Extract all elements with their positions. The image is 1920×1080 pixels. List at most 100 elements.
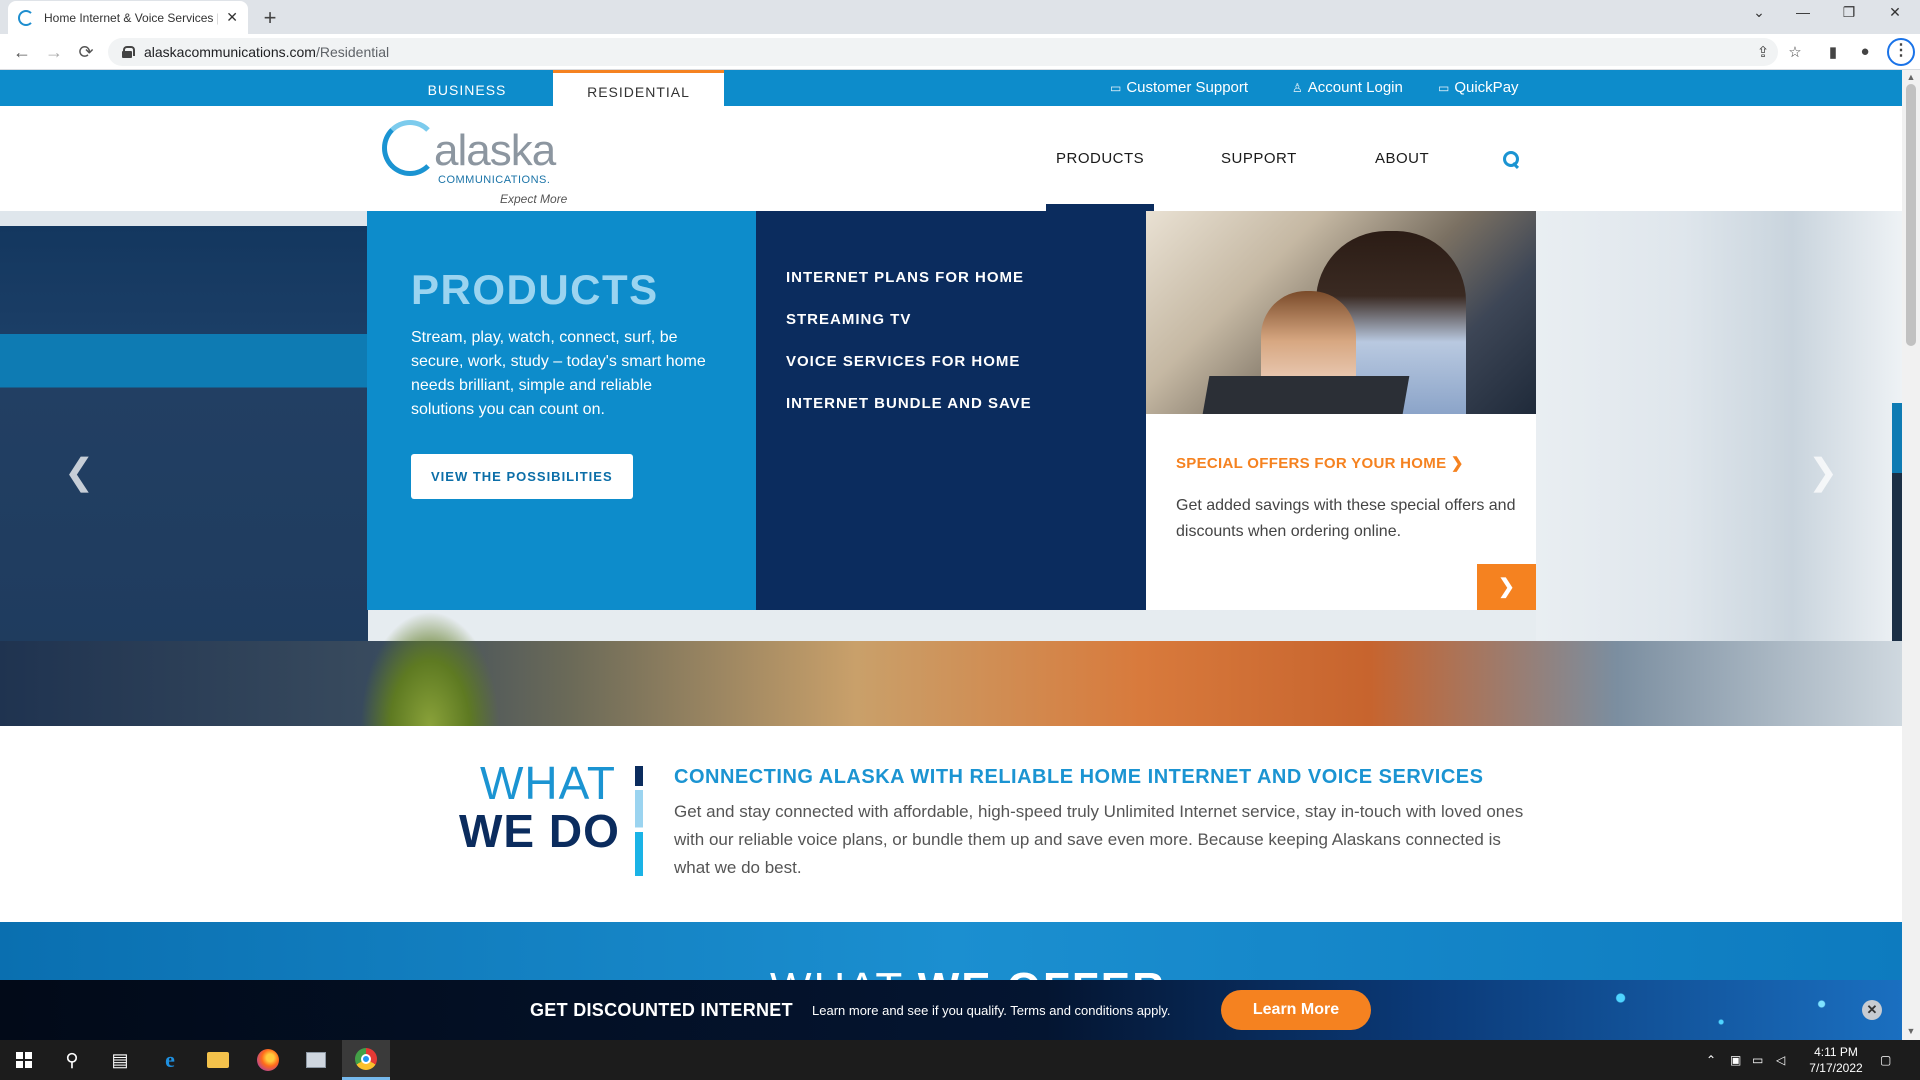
scroll-up-icon[interactable]: ▲ [1905,72,1917,82]
side-panel-icon[interactable]: ▮ [1822,43,1844,61]
tab-residential[interactable]: RESIDENTIAL [553,70,724,106]
taskbar-clock[interactable]: 4:11 PM 7/17/2022 [1806,1044,1866,1076]
logo-ring-icon [382,120,438,176]
nav-about[interactable]: ABOUT [1375,106,1429,211]
special-offers-text: Get added savings with these special off… [1176,497,1516,540]
file-explorer-icon[interactable] [194,1040,242,1080]
back-button[interactable]: ← [10,40,34,64]
nav-products[interactable]: PRODUCTS [1045,106,1155,212]
quickpay-label: QuickPay [1454,79,1519,96]
browser-toolbar: ← → ⟳ alaskacommunications.com/Residenti… [0,34,1920,70]
credit-card-icon: ▭ [1438,81,1450,95]
link-voice-services[interactable]: VOICE SERVICES FOR HOME [786,353,1146,370]
what-we-do-heading: CONNECTING ALASKA WITH RELIABLE HOME INT… [674,766,1484,788]
link-streaming-tv[interactable]: STREAMING TV [786,311,1146,328]
discount-banner: GET DISCOUNTED INTERNET Learn more and s… [0,980,1902,1040]
url-path: /Residential [315,44,390,60]
share-icon[interactable]: ⇪ [1752,43,1774,61]
reload-button[interactable]: ⟳ [74,40,98,64]
customer-support-label: Customer Support [1126,79,1249,96]
link-internet-plans[interactable]: INTERNET PLANS FOR HOME [786,269,1146,286]
learn-more-button[interactable]: Learn More [1221,990,1371,1030]
offer-title-what: WHAT [770,964,903,980]
chevron-right-icon: ❯ [1450,455,1464,472]
what-we-offer-title: WHAT WE OFFER [770,964,1166,980]
hero-plant-image [360,611,500,726]
mega-menu-links: INTERNET PLANS FOR HOME STREAMING TV VOI… [756,211,1146,610]
link-internet-bundle[interactable]: INTERNET BUNDLE AND SAVE [786,395,1146,412]
new-tab-button[interactable]: + [258,5,282,31]
tray-chevron-icon[interactable]: ⌃ [1706,1040,1716,1080]
hero-photo [0,641,1902,726]
notifications-icon[interactable]: ▢ [1880,1040,1891,1080]
quickpay-link[interactable]: ▭ QuickPay [1438,70,1519,106]
special-offers-label: SPECIAL OFFERS FOR YOUR HOME [1176,455,1447,472]
what-we-do-title-top: WHAT [480,757,617,809]
page-scrollbar[interactable]: ▲ ▼ [1902,70,1920,1040]
customer-support-link[interactable]: ▭ Customer Support [1110,70,1248,106]
hero-right-dark [1892,473,1902,643]
tab-close-icon[interactable]: ✕ [226,9,238,26]
scroll-down-icon[interactable]: ▼ [1905,1026,1917,1036]
banner-title: GET DISCOUNTED INTERNET [530,1000,793,1020]
tray-security-icon[interactable]: ▣ [1730,1040,1741,1080]
windows-taskbar: ⚲ ▤ e ⌃ ▣ ▭ ◁ 4:11 PM 7/17/2022 ▢ [0,1040,1920,1080]
promo-photo-laptop [1202,376,1410,414]
clock-date: 7/17/2022 [1809,1061,1863,1075]
profile-icon[interactable]: ● [1854,43,1876,60]
logo-tagline: Expect More [500,192,568,206]
special-offers-arrow-button[interactable]: ❯ [1477,564,1536,610]
special-offers-link[interactable]: SPECIAL OFFERS FOR YOUR HOME ❯ [1176,454,1464,472]
browser-menu-icon[interactable]: ⋮ [1887,38,1915,66]
logo-word: alaska [434,126,556,175]
start-button[interactable] [0,1040,48,1080]
what-we-offer-section: WHAT WE OFFER [0,922,1902,980]
tab-business[interactable]: BUSINESS [412,70,522,106]
url-domain: alaskacommunications.com [144,44,316,60]
what-we-do-body: Get and stay connected with affordable, … [674,802,1524,877]
carousel-next-icon[interactable]: ❯ [1808,451,1838,493]
browser-tab-strip: Home Internet & Voice Services | ✕ + ⌄ —… [0,0,1920,34]
restore-button[interactable]: ❐ [1826,4,1872,21]
account-login-link[interactable]: ♙ Account Login [1292,70,1403,106]
tab-search-chevron-icon[interactable]: ⌄ [1736,4,1782,21]
window-close-button[interactable]: ✕ [1872,4,1918,21]
task-view-icon[interactable]: ▤ [96,1040,144,1080]
chrome-icon[interactable] [342,1040,390,1080]
offer-title-we-offer: WE OFFER [918,964,1166,980]
minimize-button[interactable]: — [1780,4,1826,20]
view-possibilities-button[interactable]: VIEW THE POSSIBILITIES [411,454,633,499]
search-icon[interactable] [1503,151,1521,169]
mega-menu-products-panel: PRODUCTS Stream, play, watch, connect, s… [367,211,756,610]
firefox-icon[interactable] [244,1040,292,1080]
carousel-prev-icon[interactable]: ❮ [64,451,94,493]
special-offers-card: SPECIAL OFFERS FOR YOUR HOME ❯ Get added… [1146,211,1536,610]
main-header: alaska COMMUNICATIONS. Expect More PRODU… [0,106,1902,212]
address-bar[interactable]: alaskacommunications.com/Residential [108,38,1778,66]
nav-support[interactable]: SUPPORT [1221,106,1297,211]
hero-right-image [1536,211,1902,641]
tab-title: Home Internet & Voice Services | [44,10,219,25]
forward-button[interactable]: → [42,40,66,64]
tray-volume-icon[interactable]: ◁ [1776,1040,1785,1080]
lock-icon [122,46,135,58]
user-icon: ♙ [1292,81,1303,95]
banner-close-icon[interactable]: ✕ [1862,1000,1882,1020]
app-window-icon[interactable] [292,1040,340,1080]
browser-tab[interactable]: Home Internet & Voice Services | ✕ [8,1,248,34]
chat-icon: ▭ [1110,81,1122,95]
what-we-do-title-bottom: WE DO [459,805,620,857]
scrollbar-thumb[interactable] [1906,84,1916,346]
bookmark-star-icon[interactable]: ☆ [1784,43,1806,61]
hero-right-accent [1892,403,1902,473]
windows-logo-icon [16,1052,32,1068]
site-favicon-icon [18,9,34,26]
clock-time: 4:11 PM [1814,1045,1858,1059]
mega-menu-title: PRODUCTS [411,266,659,313]
logo-subtitle: COMMUNICATIONS. [438,174,551,186]
what-we-do-divider [635,766,643,876]
internet-explorer-icon[interactable]: e [146,1040,194,1080]
alaska-communications-logo[interactable]: alaska COMMUNICATIONS. Expect More [380,112,580,208]
tray-network-icon[interactable]: ▭ [1752,1040,1763,1080]
search-taskbar-icon[interactable]: ⚲ [48,1040,96,1080]
